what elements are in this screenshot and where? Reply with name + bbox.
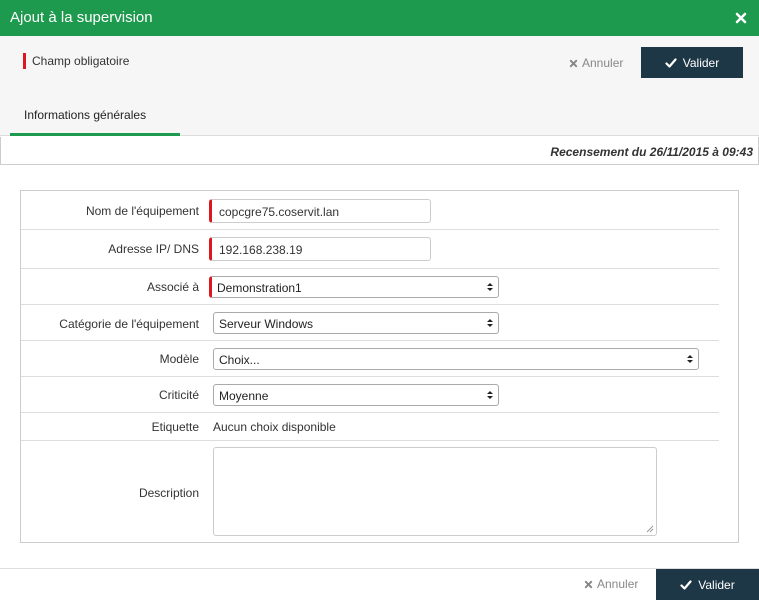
dialog-title: Ajout à la supervision <box>10 9 153 26</box>
cancel-label: Annuler <box>582 56 624 70</box>
check-icon <box>665 57 677 68</box>
form-row-associated: Associé à Demonstration1 <box>21 269 719 305</box>
form-row-model: Modèle Choix... <box>21 341 719 377</box>
associated-label: Associé à <box>146 280 199 294</box>
submit-button[interactable]: Valider <box>641 47 743 78</box>
name-label: Nom de l'équipement <box>85 204 199 218</box>
form-row-address: Adresse IP/ DNS 192.168.238.19 <box>21 230 719 269</box>
name-value: copcgre75.coservit.lan <box>219 205 340 219</box>
criticality-value: Moyenne <box>219 389 269 403</box>
cancel-button[interactable]: Annuler <box>569 56 623 70</box>
footer-submit-label: Valider <box>698 578 735 592</box>
footer-submit-button[interactable]: Valider <box>656 569 759 600</box>
check-icon <box>680 580 692 590</box>
category-value: Serveur Windows <box>219 317 314 331</box>
address-value: 192.168.238.19 <box>219 243 303 257</box>
census-info: Recensement du 26/11/2015 à 09:43 <box>0 137 759 165</box>
census-text: Recensement du 26/11/2015 à 09:43 <box>550 145 753 159</box>
tag-label: Etiquette <box>151 420 199 434</box>
tag-value: Aucun choix disponible <box>213 420 336 434</box>
select-arrows-icon <box>687 355 693 363</box>
address-label: Adresse IP/ DNS <box>108 242 199 256</box>
criticality-label: Criticité <box>158 388 199 402</box>
name-field[interactable]: copcgre75.coservit.lan <box>209 199 431 223</box>
footer-cancel-label: Annuler <box>597 577 639 591</box>
model-select[interactable]: Choix... <box>213 348 699 370</box>
dialog-footer: Annuler Valider <box>0 568 759 600</box>
close-icon <box>569 59 578 67</box>
tab-general-info[interactable]: Informations générales <box>10 106 180 136</box>
required-marker <box>23 53 26 69</box>
category-label: Catégorie de l'équipement <box>59 317 199 331</box>
dialog-toolbar: Champ obligatoire Annuler Valider Inform… <box>0 36 759 136</box>
select-arrows-icon <box>487 391 493 399</box>
description-textarea[interactable] <box>213 447 657 536</box>
description-label: Description <box>138 486 199 500</box>
model-label: Modèle <box>159 352 199 366</box>
criticality-select[interactable]: Moyenne <box>213 384 499 406</box>
form-row-category: Catégorie de l'équipement Serveur Window… <box>21 305 719 341</box>
resize-grip-icon[interactable] <box>646 525 654 533</box>
form-row-criticality: Criticité Moyenne <box>21 377 719 413</box>
associated-value: Demonstration1 <box>217 281 302 295</box>
required-legend: Champ obligatoire <box>23 53 129 69</box>
select-arrows-icon <box>487 283 493 291</box>
dialog-title-bar: Ajout à la supervision <box>0 0 759 36</box>
model-value: Choix... <box>219 353 260 367</box>
category-select[interactable]: Serveur Windows <box>213 312 499 334</box>
equipment-form: Nom de l'équipement copcgre75.coservit.l… <box>20 190 739 543</box>
address-field[interactable]: 192.168.238.19 <box>209 237 431 261</box>
select-arrows-icon <box>487 319 493 327</box>
associated-select[interactable]: Demonstration1 <box>209 276 499 298</box>
tab-label: Informations générales <box>24 108 147 122</box>
form-row-description: Description <box>21 441 719 543</box>
required-legend-label: Champ obligatoire <box>32 54 130 68</box>
form-row-tag: Etiquette Aucun choix disponible <box>21 413 719 441</box>
submit-label: Valider <box>682 55 720 70</box>
close-icon <box>584 580 593 588</box>
close-icon[interactable] <box>733 10 749 26</box>
footer-cancel-button[interactable]: Annuler <box>584 577 638 591</box>
form-row-name: Nom de l'équipement copcgre75.coservit.l… <box>21 191 719 230</box>
